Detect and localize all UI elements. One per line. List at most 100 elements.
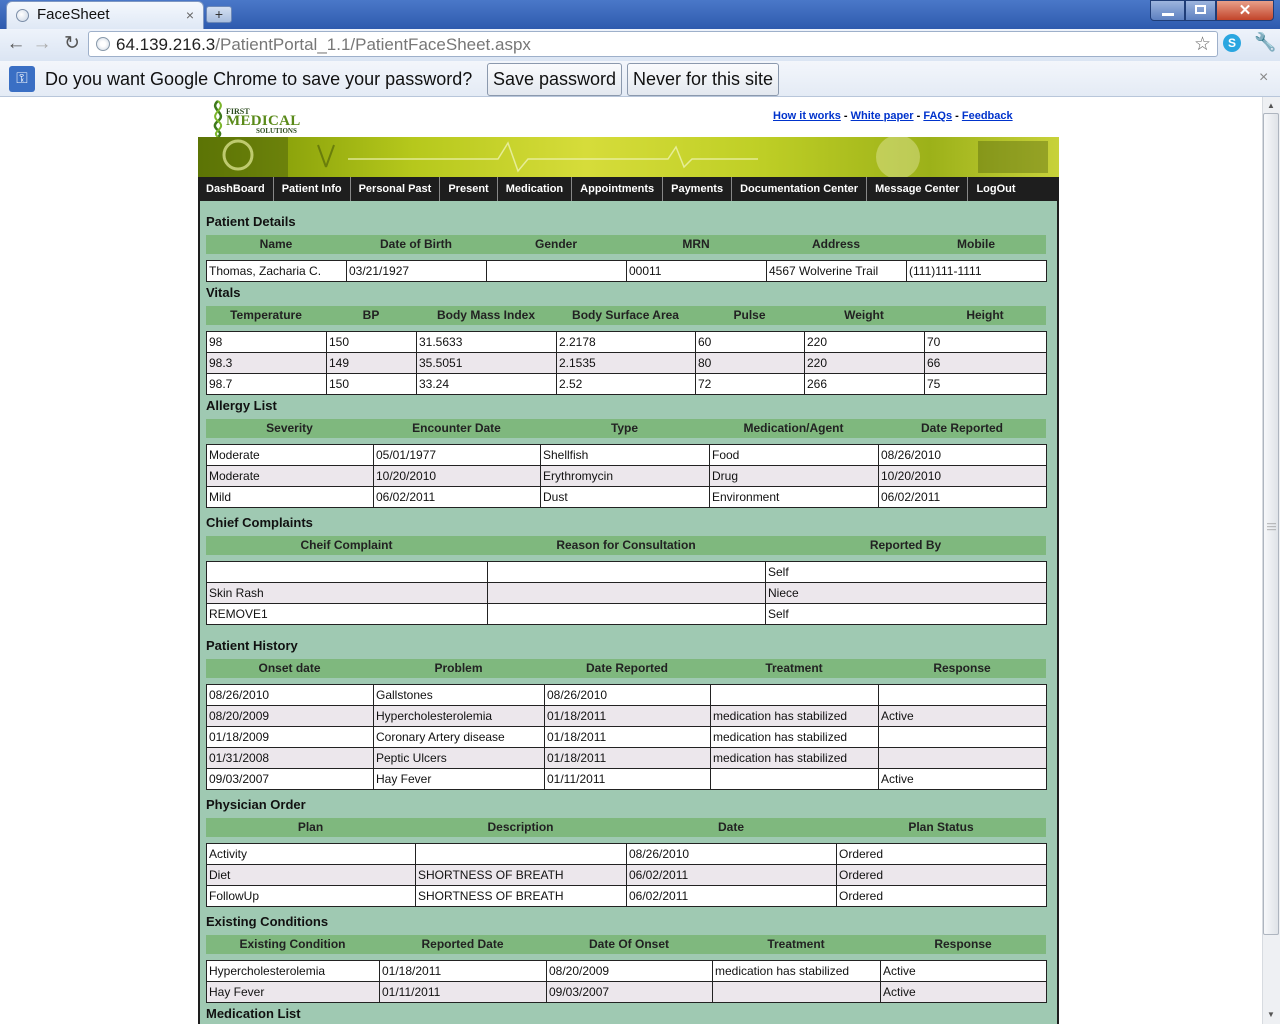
column-header: Encounter Date xyxy=(412,421,501,435)
table-cell: 09/03/2007 xyxy=(206,768,374,790)
white-paper-link[interactable]: White paper xyxy=(851,110,914,122)
nav-patient-info[interactable]: Patient Info xyxy=(274,177,351,201)
how-it-works-link[interactable]: How it works xyxy=(773,110,841,122)
column-header: Response xyxy=(933,661,991,675)
table-cell: 01/18/2011 xyxy=(544,726,711,748)
column-header: Reported Date xyxy=(421,937,504,951)
column-header: Gender xyxy=(534,237,577,251)
table-cell: (111)111-1111 xyxy=(906,260,1047,282)
address-bar[interactable]: 64.139.216.3/PatientPortal_1.1/PatientFa… xyxy=(88,31,1218,57)
scroll-up-arrow-icon[interactable]: ▲ xyxy=(1265,101,1277,110)
patient-details-table: Thomas, Zacharia C. 03/21/1927 00011 4567 W… xyxy=(206,260,1047,282)
bookmark-star-icon[interactable]: ☆ xyxy=(1194,33,1211,56)
table-cell: Diet xyxy=(206,864,416,886)
forward-arrow-icon: → xyxy=(32,33,52,54)
table-cell: 01/11/2011 xyxy=(544,768,711,790)
reload-button[interactable]: ↻ xyxy=(61,33,83,55)
nav-documentation-center[interactable]: Documentation Center xyxy=(732,177,868,201)
nav-logout[interactable]: LogOut xyxy=(968,177,1023,201)
forward-button[interactable]: → xyxy=(31,33,53,55)
feedback-link[interactable]: Feedback xyxy=(962,110,1013,122)
table-cell: Drug xyxy=(709,465,879,487)
table-cell: Self xyxy=(765,561,1047,583)
maximize-button[interactable] xyxy=(1185,0,1216,21)
header-links: How it works - White paper - FAQs - Feed… xyxy=(773,110,1013,122)
table-cell xyxy=(878,684,1047,706)
column-header: Cheif Complaint xyxy=(300,538,393,552)
table-cell: 98.7 xyxy=(206,373,327,395)
table-cell: 66 xyxy=(924,352,1047,374)
table-cell: FollowUp xyxy=(206,885,416,907)
nav-present[interactable]: Present xyxy=(440,177,498,201)
nav-payments[interactable]: Payments xyxy=(663,177,733,201)
new-tab-button[interactable]: + xyxy=(206,6,232,23)
close-window-button[interactable]: ✕ xyxy=(1216,0,1274,21)
never-for-this-site-button[interactable]: Never for this site xyxy=(627,63,780,96)
nav-dashboard[interactable]: DashBoard xyxy=(198,177,274,201)
table-cell: Ordered xyxy=(836,843,1047,865)
column-header: Response xyxy=(934,937,992,951)
table-cell: Activity xyxy=(206,843,416,865)
page-info-icon[interactable] xyxy=(96,37,110,51)
table-cell xyxy=(487,561,766,583)
allergy-list-title: Allergy List xyxy=(206,398,277,413)
browser-tab[interactable]: FaceSheet × xyxy=(6,1,204,29)
table-cell: 220 xyxy=(804,352,925,374)
scroll-down-arrow-icon[interactable]: ▼ xyxy=(1265,1010,1277,1019)
column-header: Reason for Consultation xyxy=(556,538,696,552)
table-cell: Shellfish xyxy=(540,444,710,466)
table-cell: medication has stabilized xyxy=(710,726,879,748)
page-favicon-icon xyxy=(16,9,29,22)
tab-close-icon[interactable]: × xyxy=(186,7,194,23)
table-cell: 266 xyxy=(804,373,925,395)
column-header: Pulse xyxy=(733,308,766,322)
table-cell: 06/02/2011 xyxy=(878,486,1047,508)
column-header: Description xyxy=(487,820,554,834)
patient-history-title: Patient History xyxy=(206,638,298,653)
table-cell xyxy=(487,582,766,604)
table-cell: Ordered xyxy=(836,885,1047,907)
patient-history-table: 08/26/2010 Gallstones 08/26/2010 08/20/2009… xyxy=(206,684,1047,790)
table-cell: 03/21/1927 xyxy=(346,260,487,282)
skype-extension-icon[interactable]: S xyxy=(1223,34,1241,52)
table-row: FollowUp SHORTNESS OF BREATH 06/02/2011 Ord… xyxy=(206,885,1047,907)
back-button[interactable]: ← xyxy=(5,33,27,55)
nav-medication[interactable]: Medication xyxy=(498,177,573,201)
table-row: Mild 06/02/2011 Dust Environment 06/02/2011 xyxy=(206,486,1047,508)
table-cell: 150 xyxy=(326,373,417,395)
site-logo[interactable]: FIRST MEDICAL SOLUTIONS xyxy=(206,99,301,137)
physician-order-table: Activity 08/26/2010 Ordered Diet SHORTNESS O… xyxy=(206,843,1047,907)
infobar-message: Do you want Google Chrome to save your p… xyxy=(45,69,473,89)
nav-appointments[interactable]: Appointments xyxy=(572,177,664,201)
vitals-header: Temperature BP Body Mass Index Body Surface… xyxy=(206,306,1046,325)
nav-personal-past[interactable]: Personal Past xyxy=(351,177,441,201)
back-arrow-icon: ← xyxy=(6,33,26,54)
infobar-close-icon[interactable]: × xyxy=(1259,69,1268,87)
table-row: 98.7 150 33.24 2.52 72 266 75 xyxy=(206,373,1047,395)
minimize-button[interactable] xyxy=(1150,0,1185,21)
scroll-grip-icon: — — — xyxy=(1267,518,1276,534)
table-cell: 08/26/2010 xyxy=(878,444,1047,466)
table-cell: Moderate xyxy=(206,444,374,466)
faqs-link[interactable]: FAQs xyxy=(923,110,952,122)
table-cell: Active xyxy=(878,705,1047,727)
column-header: MRN xyxy=(682,237,710,251)
table-row: REMOVE1 Self xyxy=(206,603,1047,625)
table-cell: 01/11/2011 xyxy=(379,981,547,1003)
maximize-icon xyxy=(1195,5,1206,14)
table-cell: REMOVE1 xyxy=(206,603,488,625)
table-cell: Skin Rash xyxy=(206,582,488,604)
save-password-button[interactable]: Save password xyxy=(487,63,623,96)
table-cell xyxy=(878,747,1047,769)
column-header: Medication/Agent xyxy=(743,421,844,435)
table-cell: 72 xyxy=(695,373,805,395)
table-cell: 05/01/1977 xyxy=(373,444,541,466)
table-row: 98 150 31.5633 2.2178 60 220 70 xyxy=(206,331,1047,353)
wrench-icon[interactable]: 🔧 xyxy=(1254,32,1276,53)
url-path: /PatientPortal_1.1/PatientFaceSheet.aspx xyxy=(215,35,531,54)
chief-complaints-title: Chief Complaints xyxy=(206,515,313,530)
table-cell xyxy=(878,726,1047,748)
table-cell: Environment xyxy=(709,486,879,508)
nav-message-center[interactable]: Message Center xyxy=(867,177,969,201)
table-row: 08/20/2009 Hypercholesterolemia 01/18/2011… xyxy=(206,705,1047,727)
